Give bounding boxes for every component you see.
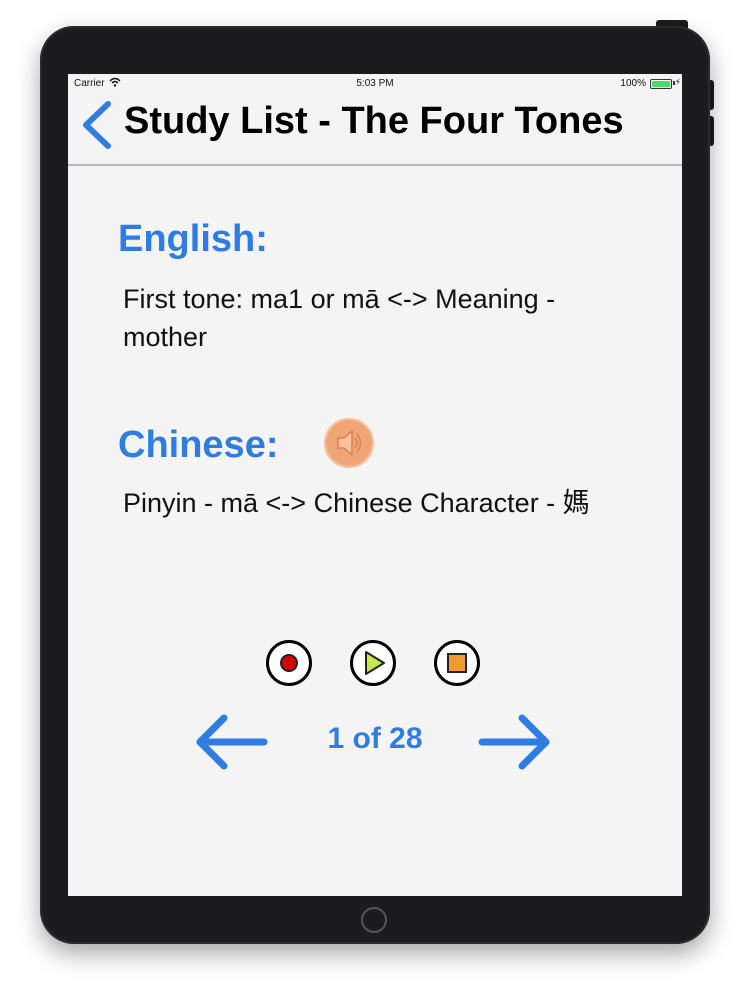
- battery-icon: [650, 79, 672, 89]
- page-counter: 1 of 28: [327, 722, 423, 755]
- chinese-label: Chinese:: [118, 424, 279, 466]
- navigation-bar: Study List - The Four Tones: [68, 92, 682, 166]
- charging-icon: ⚡: [674, 77, 681, 87]
- stop-button[interactable]: [434, 640, 480, 686]
- chevron-left-icon[interactable]: [78, 100, 118, 150]
- arrow-left-icon[interactable]: [190, 710, 270, 774]
- battery-percent: 100%: [620, 78, 646, 89]
- record-button[interactable]: [266, 640, 312, 686]
- page-title: Study List - The Four Tones: [124, 100, 624, 142]
- stop-icon: [447, 653, 467, 673]
- status-bar: Carrier 5:03 PM 100% ⚡: [68, 74, 682, 92]
- chinese-text: Pinyin - mā <-> Chinese Character - 媽: [123, 488, 590, 518]
- arrow-right-icon[interactable]: [476, 710, 556, 774]
- play-button[interactable]: [350, 640, 396, 686]
- speaker-button[interactable]: [324, 418, 374, 468]
- speaker-icon: [337, 429, 362, 457]
- english-text: First tone: ma1 or mā <-> Meaning - moth…: [123, 284, 556, 352]
- app-screen: Carrier 5:03 PM 100% ⚡ Study List - The …: [68, 74, 682, 896]
- record-icon: [280, 654, 298, 672]
- home-button[interactable]: [361, 907, 387, 933]
- status-time: 5:03 PM: [356, 78, 394, 89]
- english-label: English:: [118, 218, 268, 260]
- play-icon: [365, 651, 385, 675]
